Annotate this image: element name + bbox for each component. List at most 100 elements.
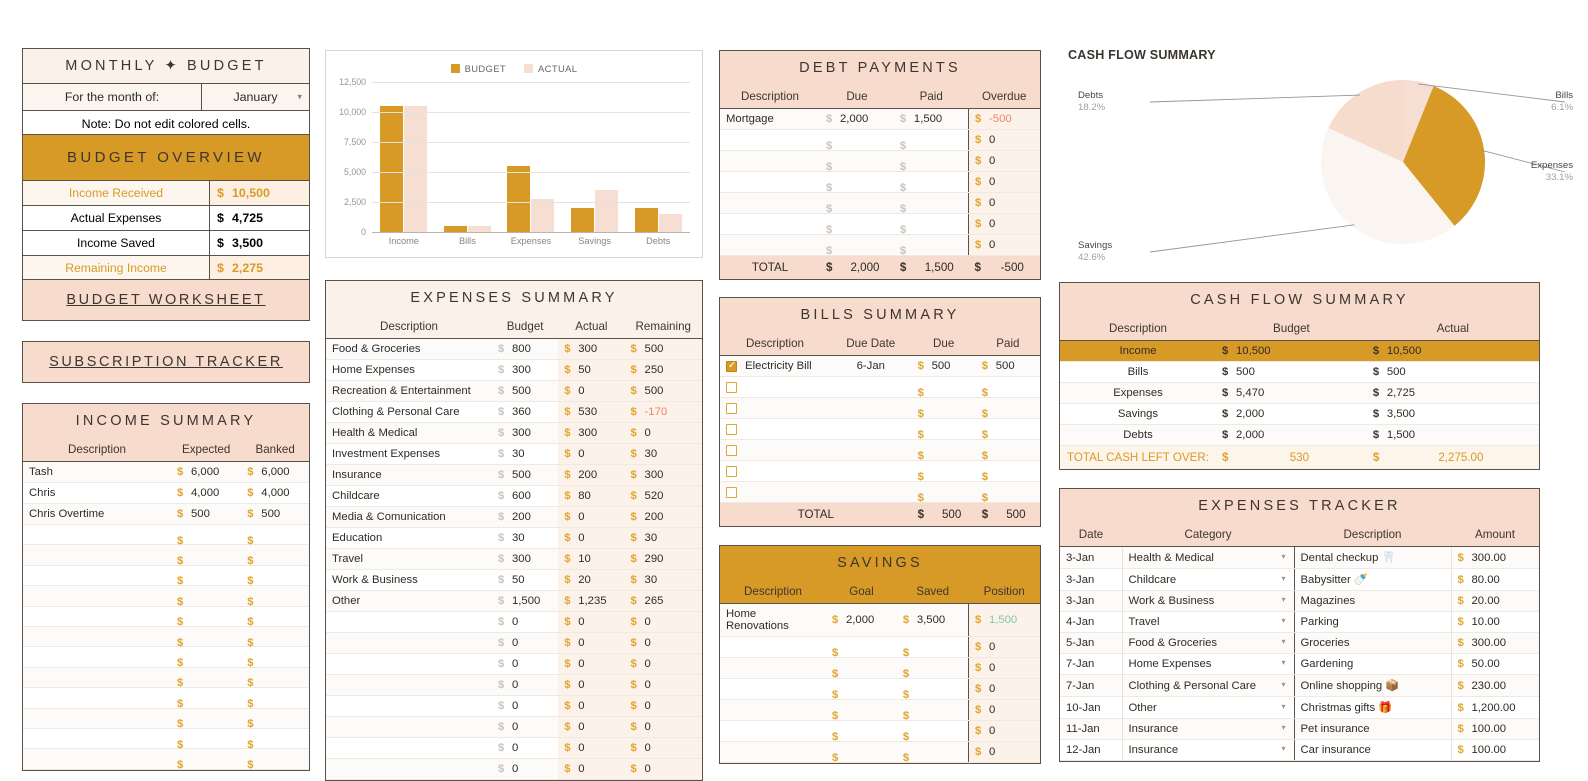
table-row[interactable]: 3-Jan Childcare ▾ Babysitter 🍼 $80.00 bbox=[1060, 568, 1539, 591]
table-row[interactable]: $ $ $0 bbox=[720, 192, 1040, 215]
table-row[interactable]: $ $ bbox=[23, 728, 309, 751]
cell-category[interactable]: Travel ▾ bbox=[1121, 611, 1294, 633]
table-row[interactable]: Debts $2,000 $1,500 bbox=[1060, 424, 1539, 446]
table-row[interactable]: Other $1,500 $1,235 $265 bbox=[326, 590, 702, 612]
cell-category[interactable]: Other ▾ bbox=[1121, 696, 1294, 719]
table-row[interactable]: $0 $0 $0 bbox=[326, 611, 702, 633]
table-row[interactable]: 4-Jan Travel ▾ Parking $10.00 bbox=[1060, 611, 1539, 633]
table-row[interactable]: Expenses $5,470 $2,725 bbox=[1060, 382, 1539, 404]
table-row[interactable]: Home Renovations $2,000 $3,500 $1,500 bbox=[720, 603, 1040, 637]
table-row[interactable]: 3-Jan Health & Medical ▾ Dental checkup 🦷… bbox=[1060, 546, 1539, 569]
chevron-down-icon[interactable]: ▾ bbox=[1281, 723, 1285, 732]
table-row[interactable]: Travel $300 $10 $290 bbox=[326, 548, 702, 570]
table-row[interactable]: Savings $2,000 $3,500 bbox=[1060, 403, 1539, 425]
table-row[interactable]: Clothing & Personal Care $360 $530 $ -170 bbox=[326, 401, 702, 423]
table-row[interactable]: $ $ bbox=[23, 606, 309, 628]
table-row[interactable]: Food & Groceries $800 $300 $500 bbox=[326, 338, 702, 360]
table-row[interactable]: Insurance $500 $200 $300 bbox=[326, 464, 702, 486]
table-row[interactable]: Health & Medical $300 $300 $0 bbox=[326, 422, 702, 444]
table-row[interactable]: $ $ bbox=[23, 585, 309, 608]
subscription-tracker-link[interactable]: SUBSCRIPTION TRACKER bbox=[22, 341, 310, 383]
table-row[interactable]: Mortgage $2,000 $1,500 $ -500 bbox=[720, 108, 1040, 130]
table-row[interactable]: 3-Jan Work & Business ▾ Magazines $20.00 bbox=[1060, 590, 1539, 612]
table-row[interactable]: $0 $0 $0 bbox=[326, 695, 702, 717]
chevron-down-icon[interactable]: ▾ bbox=[1281, 744, 1285, 753]
table-row[interactable]: $0 $0 $0 bbox=[326, 716, 702, 738]
cell-category[interactable]: Insurance ▾ bbox=[1121, 739, 1294, 761]
table-row[interactable]: $ $ $0 bbox=[720, 720, 1040, 743]
table-row[interactable]: $ $ bbox=[23, 626, 309, 649]
cell-category[interactable]: Food & Groceries ▾ bbox=[1121, 632, 1294, 654]
table-row[interactable]: $ $ bbox=[720, 397, 1040, 420]
cell-category[interactable]: Health & Medical ▾ bbox=[1121, 546, 1294, 569]
table-row[interactable]: $ $ bbox=[720, 376, 1040, 399]
table-row[interactable]: $ $ $0 bbox=[720, 699, 1040, 722]
table-row[interactable]: $0 $0 $0 bbox=[326, 674, 702, 696]
table-row[interactable]: 7-Jan Clothing & Personal Care ▾ Online s… bbox=[1060, 674, 1539, 697]
cell-category[interactable]: Clothing & Personal Care ▾ bbox=[1121, 674, 1294, 697]
chevron-down-icon[interactable]: ▾ bbox=[1281, 702, 1285, 711]
table-row[interactable]: $ $ bbox=[23, 708, 309, 730]
cell-category[interactable]: Insurance ▾ bbox=[1121, 718, 1294, 740]
cell-category[interactable]: Work & Business ▾ bbox=[1121, 590, 1294, 612]
chevron-down-icon[interactable]: ▾ bbox=[1281, 574, 1285, 583]
table-row[interactable]: $ $ bbox=[23, 544, 309, 567]
table-row[interactable]: 7-Jan Home Expenses ▾ Gardening $50.00 bbox=[1060, 653, 1539, 675]
table-row[interactable]: $0 $0 $0 bbox=[326, 632, 702, 654]
table-row[interactable]: $ $ $0 bbox=[720, 150, 1040, 173]
table-row[interactable]: Tash $6,000 $6,000 bbox=[23, 461, 309, 483]
table-row[interactable]: 5-Jan Food & Groceries ▾ Groceries $300.0… bbox=[1060, 632, 1539, 654]
table-row[interactable]: Investment Expenses $30 $0 $30 bbox=[326, 443, 702, 465]
bill-paid-checkbox[interactable] bbox=[726, 402, 737, 414]
table-row[interactable]: Media & Comunication $200 $0 $200 bbox=[326, 506, 702, 528]
table-row[interactable]: Income $10,500 $10,500 bbox=[1060, 340, 1539, 362]
table-row[interactable]: $0 $0 $0 bbox=[326, 653, 702, 675]
budget-worksheet-link[interactable]: BUDGET WORKSHEET bbox=[22, 279, 310, 321]
table-row[interactable]: 12-Jan Insurance ▾ Car insurance $100.00 bbox=[1060, 739, 1539, 761]
cell-category[interactable]: Childcare ▾ bbox=[1121, 568, 1294, 591]
table-row[interactable]: $ $ bbox=[720, 418, 1040, 441]
chevron-down-icon[interactable]: ▾ bbox=[1281, 658, 1285, 667]
chevron-down-icon[interactable]: ▾ bbox=[1281, 680, 1285, 689]
chevron-down-icon[interactable]: ▾ bbox=[1281, 595, 1285, 604]
chevron-down-icon[interactable]: ▾ bbox=[1281, 637, 1285, 646]
cell-category[interactable]: Home Expenses ▾ bbox=[1121, 653, 1294, 675]
table-row[interactable]: $ $ $0 bbox=[720, 234, 1040, 257]
bill-paid-checkbox[interactable] bbox=[726, 381, 737, 393]
bill-paid-checkbox[interactable] bbox=[726, 423, 737, 435]
bill-paid-checkbox[interactable] bbox=[726, 444, 737, 456]
table-row[interactable]: $ $ bbox=[23, 565, 309, 587]
table-row[interactable]: Home Expenses $300 $50 $250 bbox=[326, 359, 702, 381]
table-row[interactable]: $ $ bbox=[720, 481, 1040, 504]
table-row[interactable]: $ $ $0 bbox=[720, 129, 1040, 152]
table-row[interactable]: $ $ $0 bbox=[720, 741, 1040, 764]
table-row[interactable]: $ $ bbox=[23, 524, 309, 547]
table-row[interactable]: $ $ $0 bbox=[720, 213, 1040, 236]
bill-paid-checkbox[interactable] bbox=[726, 465, 737, 477]
table-row[interactable]: Childcare $600 $80 $520 bbox=[326, 485, 702, 507]
table-row[interactable]: $ $ bbox=[23, 687, 309, 710]
table-row[interactable]: $ $ bbox=[23, 748, 309, 771]
table-row[interactable]: Chris Overtime $500 $500 bbox=[23, 503, 309, 525]
table-row[interactable]: Education $30 $0 $30 bbox=[326, 527, 702, 549]
table-row[interactable]: 10-Jan Other ▾ Christmas gifts 🎁 $1,200.0… bbox=[1060, 696, 1539, 719]
month-dropdown[interactable]: January ▾ bbox=[201, 84, 309, 110]
table-row[interactable]: 11-Jan Insurance ▾ Pet insurance $100.00 bbox=[1060, 718, 1539, 740]
table-row[interactable]: $ $ $0 bbox=[720, 678, 1040, 701]
table-row[interactable]: $ $ $0 bbox=[720, 636, 1040, 659]
chevron-down-icon[interactable]: ▾ bbox=[1281, 616, 1285, 625]
table-row[interactable]: Chris $4,000 $4,000 bbox=[23, 482, 309, 504]
bill-paid-checkbox[interactable] bbox=[726, 486, 737, 498]
chevron-down-icon[interactable]: ▾ bbox=[1281, 552, 1285, 561]
bill-paid-checkbox[interactable] bbox=[726, 360, 737, 372]
table-row[interactable]: $ $ bbox=[23, 667, 309, 689]
table-row[interactable]: $ $ $0 bbox=[720, 171, 1040, 194]
table-row[interactable]: Electricity Bill 6-Jan $500 $500 bbox=[720, 355, 1040, 377]
table-row[interactable]: $ $ $0 bbox=[720, 657, 1040, 680]
table-row[interactable]: $ $ bbox=[720, 439, 1040, 462]
table-row[interactable]: Recreation & Entertainment $500 $0 $500 bbox=[326, 380, 702, 402]
table-row[interactable]: $0 $0 $0 bbox=[326, 758, 702, 780]
table-row[interactable]: $ $ bbox=[23, 646, 309, 669]
table-row[interactable]: $ $ bbox=[720, 460, 1040, 483]
table-row[interactable]: $0 $0 $0 bbox=[326, 737, 702, 759]
